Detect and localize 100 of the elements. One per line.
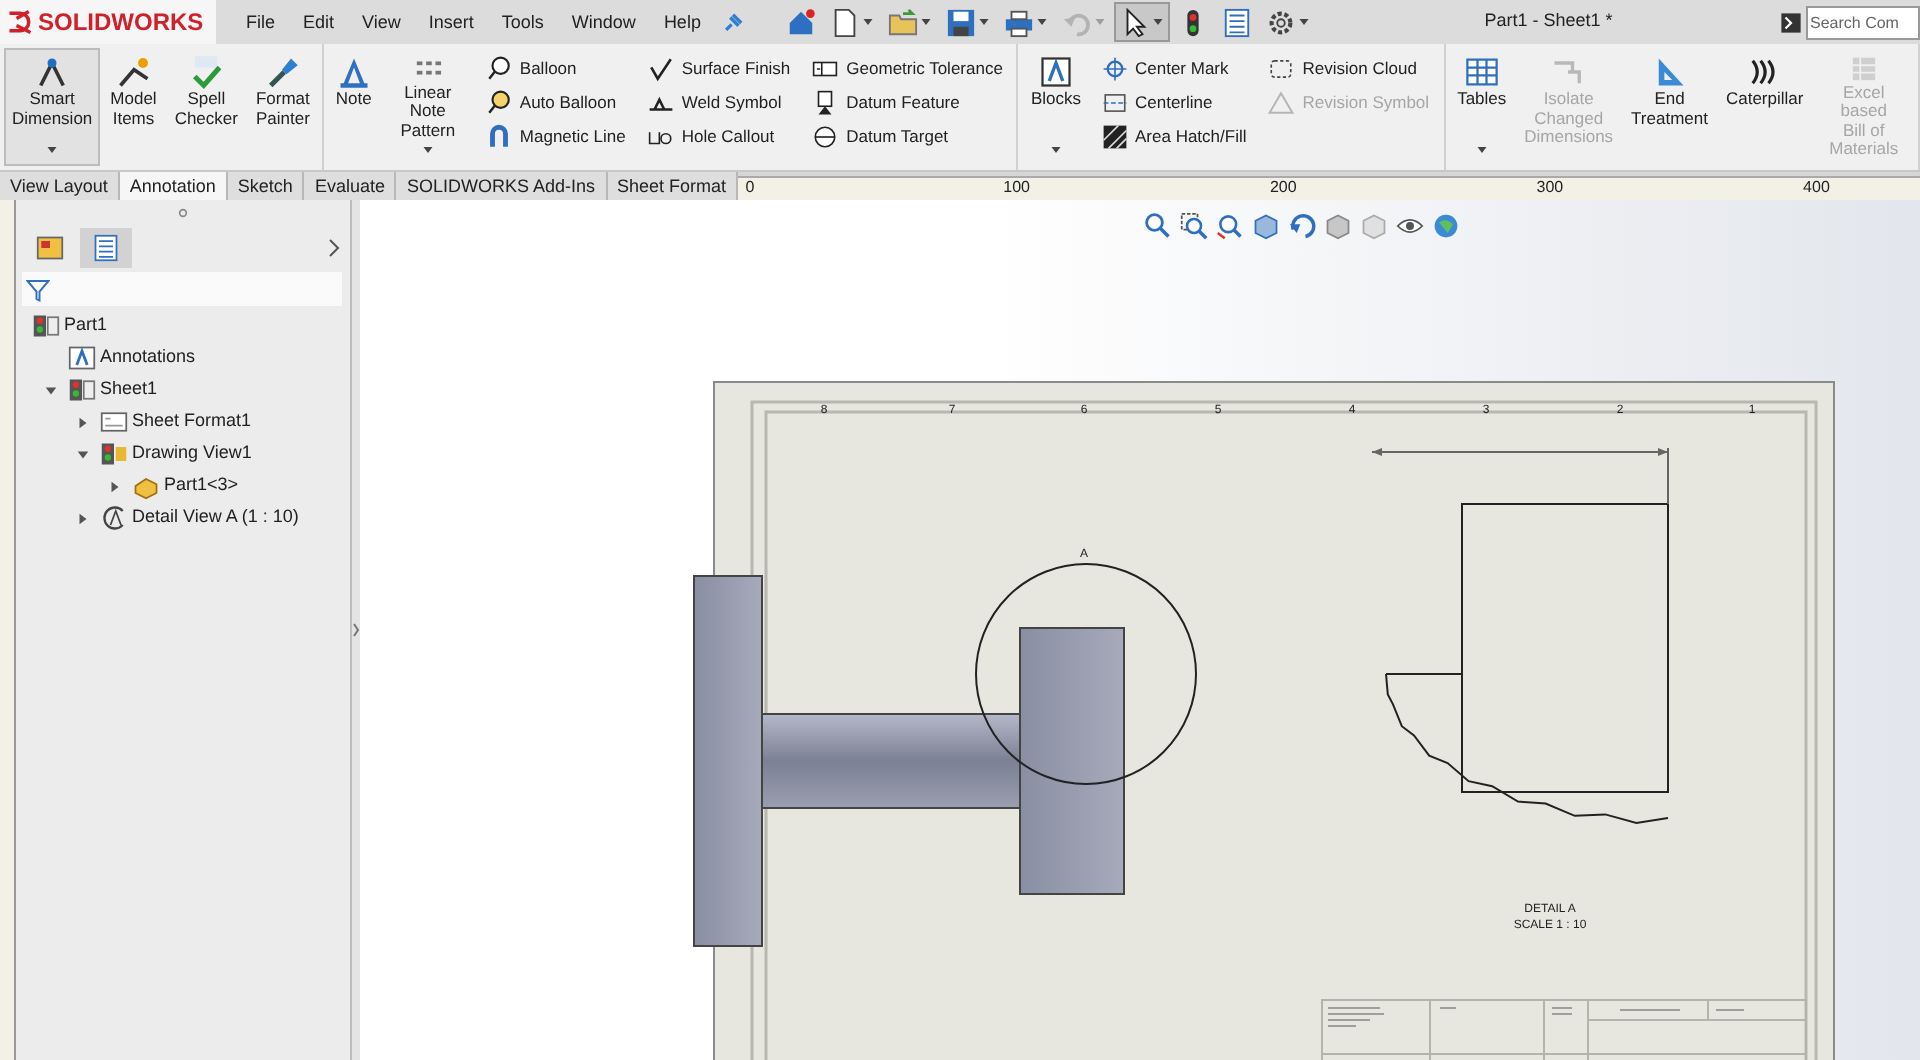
sheet-icon [68, 376, 96, 404]
rotate-icon [1288, 212, 1316, 240]
caret-icon [862, 16, 875, 28]
menu-item[interactable]: Tools [487, 13, 558, 31]
filter-field[interactable] [22, 272, 342, 306]
ribbon-button[interactable]: Magnetic Line [481, 124, 630, 150]
drawing-view-icon [100, 440, 128, 468]
part-body-icon [132, 472, 160, 500]
logo-icon [6, 8, 34, 36]
document-icon [830, 7, 861, 37]
zoom-area-icon [1180, 212, 1208, 240]
collapsed-arrow-icon [75, 511, 89, 525]
menu-item[interactable]: Insert [414, 13, 488, 31]
tree-item[interactable]: Annotations [16, 342, 350, 374]
tab[interactable]: View Layout [0, 172, 120, 200]
ribbon-button[interactable]: Spell Checker [166, 48, 246, 166]
caret-icon [1475, 144, 1488, 157]
caret-icon [421, 144, 434, 157]
ribbon-button[interactable]: End Treatment [1623, 48, 1716, 166]
window-title: Part1 - Sheet1 * [1484, 10, 1613, 31]
zoom-fit-icon [1144, 212, 1172, 240]
table-icon [1463, 54, 1500, 90]
tree-item[interactable]: Detail View A (1 : 10) [16, 502, 350, 534]
caret-icon [1036, 16, 1049, 28]
previous-view-icon [1216, 212, 1244, 240]
datum-target-icon [812, 124, 839, 150]
ruler-label: 400 [1803, 178, 1830, 198]
tree-item[interactable]: Part1 [16, 310, 350, 342]
ribbon-button[interactable]: Blocks [1022, 48, 1089, 166]
ribbon-button[interactable]: Tables [1449, 48, 1515, 166]
ribbon-button[interactable]: Area Hatch/Fill [1097, 124, 1251, 150]
ribbon-button[interactable]: Datum Target [808, 124, 1007, 150]
ruler-label: 100 [1003, 178, 1030, 198]
surface-finish-icon [647, 56, 674, 82]
magnet-icon [485, 124, 512, 150]
ribbon-button[interactable]: Balloon [481, 56, 630, 82]
tab[interactable]: Sketch [227, 172, 305, 200]
ruler-label: 300 [1536, 178, 1564, 198]
ribbon-button[interactable]: Center Mark [1097, 56, 1251, 82]
caret-icon [46, 144, 59, 157]
ribbon-button[interactable]: Revision Cloud [1264, 56, 1434, 82]
cube-icon [1360, 212, 1388, 240]
menu-item[interactable]: Window [557, 13, 650, 31]
settings-icon [1266, 7, 1297, 37]
ribbon-button[interactable]: Datum Feature [808, 90, 1007, 116]
crosshair-icon [1101, 56, 1127, 82]
tab[interactable]: Evaluate [304, 172, 397, 200]
ruler-label: 0 [745, 178, 755, 198]
ribbon-button[interactable]: Model Items [102, 48, 165, 166]
ribbon-button[interactable]: Centerline [1097, 90, 1251, 116]
globe-icon [1432, 212, 1460, 240]
ribbon-button[interactable]: Weld Symbol [643, 90, 795, 116]
ribbon-button[interactable]: Auto Balloon [481, 90, 630, 116]
chevron-right-icon[interactable] [326, 238, 342, 258]
menu-item[interactable]: Edit [289, 13, 349, 31]
cube-icon [1324, 212, 1352, 240]
ribbon-button[interactable]: Hole Callout [643, 124, 795, 150]
filter-icon [26, 277, 50, 301]
tab[interactable]: Sheet Format [607, 172, 739, 200]
ribbon-button[interactable]: Format Painter [247, 48, 318, 166]
collapsed-arrow-icon [107, 479, 121, 493]
expanded-arrow-icon [75, 447, 89, 461]
tree-list-icon [36, 234, 64, 262]
caret-icon [1094, 16, 1107, 28]
app-logo: SOLIDWORKS [38, 6, 204, 40]
dimension-icon [34, 54, 71, 90]
save-icon [946, 7, 977, 37]
centerline-icon [1101, 90, 1127, 116]
ribbon-button[interactable]: Linear Note Pattern [381, 48, 474, 166]
tree-item[interactable]: Sheet1 [16, 374, 350, 406]
tree-item[interactable]: Sheet Format1 [16, 406, 350, 438]
menu-item[interactable]: View [348, 13, 415, 31]
expanded-arrow-icon [43, 383, 57, 397]
caret-icon [1152, 16, 1165, 28]
tree-item[interactable]: Drawing View1 [16, 438, 350, 470]
ribbon-button[interactable]: Smart Dimension [4, 48, 101, 166]
cube-icon [1252, 212, 1280, 240]
tolerance-frame-icon [812, 56, 839, 82]
pin-icon[interactable] [722, 11, 745, 33]
home-icon [786, 7, 817, 37]
caret-icon [1298, 16, 1311, 28]
search-field[interactable]: Search Com [1806, 5, 1920, 39]
ribbon-button[interactable]: Note [327, 48, 380, 166]
note-icon [335, 54, 372, 90]
caret-icon [920, 16, 933, 28]
tab[interactable]: SOLIDWORKS Add-Ins [396, 172, 607, 200]
toolbar-button[interactable] [1114, 2, 1171, 42]
menu-item[interactable]: Help [649, 13, 715, 31]
menu-item[interactable]: File [232, 13, 290, 31]
caret-icon [1049, 144, 1062, 157]
brush-icon [264, 54, 301, 90]
drag-handle-icon[interactable] [178, 207, 188, 217]
check-icon [188, 54, 225, 90]
model-items-icon [115, 54, 152, 90]
tab[interactable]: Annotation [119, 172, 228, 200]
tree-item[interactable]: Part1<3> [16, 470, 350, 502]
ribbon-button[interactable]: Caterpillar [1717, 48, 1812, 166]
panel-tab[interactable] [80, 228, 132, 268]
ribbon-button[interactable]: Surface Finish [643, 56, 795, 82]
ribbon-button[interactable]: Geometric Tolerance [808, 56, 1007, 82]
